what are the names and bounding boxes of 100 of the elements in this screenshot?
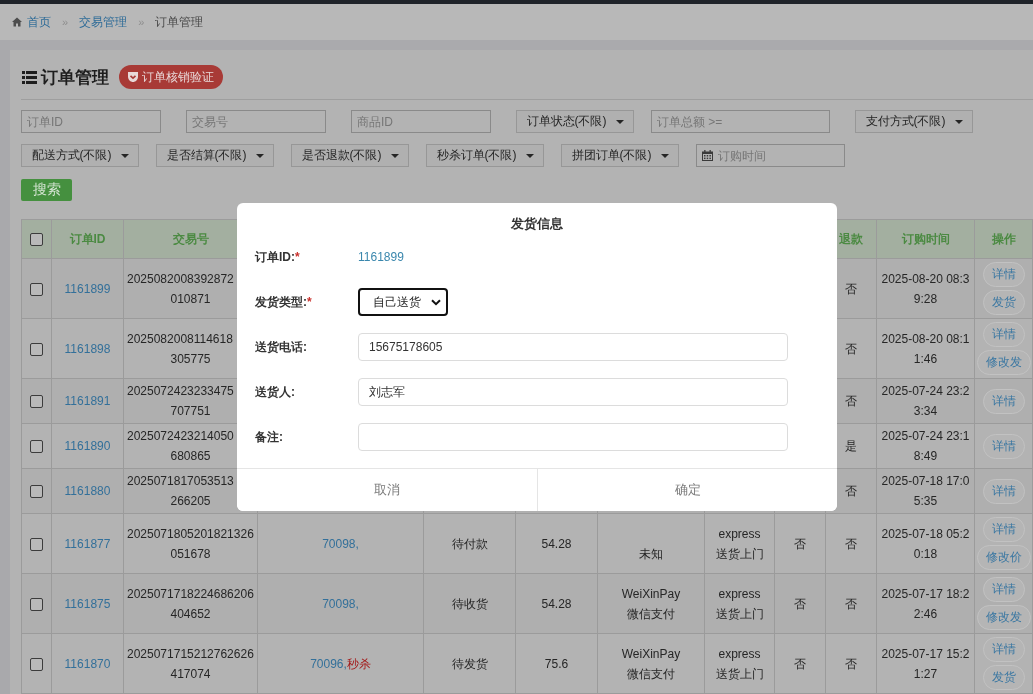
row-checkbox[interactable]	[30, 597, 43, 611]
row-checkbox[interactable]	[30, 342, 43, 356]
action-button[interactable]: 发货	[982, 290, 1025, 315]
breadcrumb-separator: »	[62, 16, 69, 28]
table-cell: express 送货上门	[704, 513, 775, 574]
table-cell: 75.6	[515, 633, 598, 694]
row-checkbox[interactable]	[30, 485, 43, 499]
action-button[interactable]: 详情	[982, 322, 1025, 347]
order-id-link[interactable]: 1161899	[64, 281, 111, 296]
search-button[interactable]: 搜索	[21, 179, 72, 201]
table-cell: 2025-07-17 18:22:46	[876, 573, 975, 634]
table-cell: 否	[774, 513, 826, 574]
action-button[interactable]: 修改发	[976, 605, 1031, 630]
breadcrumb-current: 订单管理	[155, 13, 204, 31]
action-button[interactable]: 详情	[982, 637, 1025, 662]
shield-icon	[127, 71, 139, 83]
list-icon	[22, 70, 37, 84]
table-cell: 否	[825, 633, 877, 694]
text-input[interactable]: 刘志军	[358, 378, 788, 406]
table-cell: 2025-08-20 08:39:28	[876, 258, 975, 319]
caret-icon	[660, 153, 669, 158]
order-id-link[interactable]: 1161891	[64, 394, 111, 408]
filter-dropdown[interactable]: 订单状态(不限)	[516, 110, 634, 133]
order-id-link[interactable]: 1161890	[64, 439, 111, 453]
action-button[interactable]: 发货	[982, 665, 1025, 690]
action-button[interactable]: 详情	[982, 433, 1025, 459]
table-cell: 否	[825, 513, 877, 574]
breadcrumb-link[interactable]: 交易管理	[79, 13, 128, 31]
text-input[interactable]	[358, 423, 788, 451]
filter-dropdown[interactable]: 是否退款(不限)	[291, 144, 409, 167]
filter-dropdown[interactable]: 是否结算(不限)	[156, 144, 274, 167]
filter-dropdown[interactable]: 配送方式(不限)	[21, 144, 139, 167]
calendar-icon	[702, 150, 713, 161]
filter-input[interactable]: 交易号	[186, 110, 326, 133]
table-cell: 否	[825, 573, 877, 634]
table-cell: 待收货	[423, 573, 516, 634]
verify-order-button[interactable]: 订单核销验证	[119, 65, 223, 89]
amount-input[interactable]: 订单总额 >=	[651, 110, 830, 133]
row-checkbox[interactable]	[30, 395, 43, 409]
table-cell: WeiXinPay 微信支付	[597, 633, 705, 694]
page-title: 订单管理	[41, 66, 109, 89]
order-id-link[interactable]: 1161875	[64, 596, 111, 611]
field-label: 订单ID:*	[255, 248, 300, 266]
order-id-link[interactable]: 1161870	[64, 656, 111, 671]
order-id-link[interactable]: 1161877	[64, 536, 111, 551]
text-input[interactable]: 15675178605	[358, 333, 788, 361]
home-link[interactable]: 首页	[12, 13, 51, 31]
row-checkbox[interactable]	[30, 440, 43, 454]
action-button[interactable]: 修改价	[976, 545, 1031, 570]
table-cell: 2025-07-17 15:21:27	[876, 633, 975, 694]
table-cell: 未知	[597, 513, 705, 574]
filter-input[interactable]: 商品ID	[351, 110, 491, 133]
column-header: 订单ID	[51, 219, 124, 259]
filter-input[interactable]: 订单ID	[21, 110, 161, 133]
table-cell: 否	[774, 633, 826, 694]
table-cell: express 送货上门	[704, 573, 775, 634]
delivery-type-select[interactable]: 自己送货	[358, 288, 448, 316]
filter-dropdown[interactable]: 支付方式(不限)	[855, 110, 973, 133]
table-cell: 54.28	[515, 573, 598, 634]
row-checkbox[interactable]	[30, 537, 43, 551]
row-checkbox[interactable]	[30, 657, 43, 671]
product-link[interactable]: 70098,	[322, 596, 359, 611]
caret-icon	[390, 153, 399, 158]
table-cell: 2025071718224686206 404652	[123, 573, 258, 634]
table-cell: 2025-07-18 05:20:18	[876, 513, 975, 574]
caret-icon	[525, 153, 534, 158]
action-button[interactable]: 详情	[982, 517, 1025, 542]
product-link[interactable]: 70096,	[310, 656, 347, 671]
action-button[interactable]: 详情	[982, 577, 1025, 602]
table-cell: 待付款	[423, 513, 516, 574]
dialog-button[interactable]: 确定	[537, 469, 837, 511]
field-label: 送货人:	[255, 383, 295, 401]
action-button[interactable]: 详情	[982, 478, 1025, 504]
table-cell: 2025-08-20 08:11:46	[876, 318, 975, 379]
action-button[interactable]: 详情	[982, 388, 1025, 414]
filter-dropdown[interactable]: 拼团订单(不限)	[561, 144, 679, 167]
product-tag: 秒杀	[346, 656, 371, 671]
table-cell: 否	[774, 573, 826, 634]
action-button[interactable]: 修改发	[976, 350, 1031, 375]
table-cell: 2025071715212762626 417074	[123, 633, 258, 694]
table-cell: express 送货上门	[704, 633, 775, 694]
caret-icon	[954, 119, 963, 124]
date-input[interactable]: 订购时间	[696, 144, 845, 167]
table-cell: 2025-07-24 23:18:49	[876, 423, 975, 469]
table-cell: 2025071805201821326 051678	[123, 513, 258, 574]
table-cell: 2025-07-24 23:23:34	[876, 378, 975, 424]
table-cell: 待发货	[423, 633, 516, 694]
column-header: 操作	[974, 219, 1033, 259]
action-button[interactable]: 详情	[982, 262, 1025, 287]
breadcrumb-separator: »	[138, 16, 145, 28]
product-link[interactable]: 70098,	[322, 536, 359, 551]
table-cell: WeiXinPay 微信支付	[597, 573, 705, 634]
order-id-link[interactable]: 1161880	[64, 484, 111, 498]
row-checkbox[interactable]	[30, 282, 43, 296]
caret-icon	[255, 153, 264, 158]
table-cell: 54.28	[515, 513, 598, 574]
chevron-down-icon	[431, 298, 441, 306]
row-checkbox[interactable]	[30, 233, 43, 247]
filter-dropdown[interactable]: 秒杀订单(不限)	[426, 144, 544, 167]
order-id-link[interactable]: 1161898	[64, 341, 111, 356]
